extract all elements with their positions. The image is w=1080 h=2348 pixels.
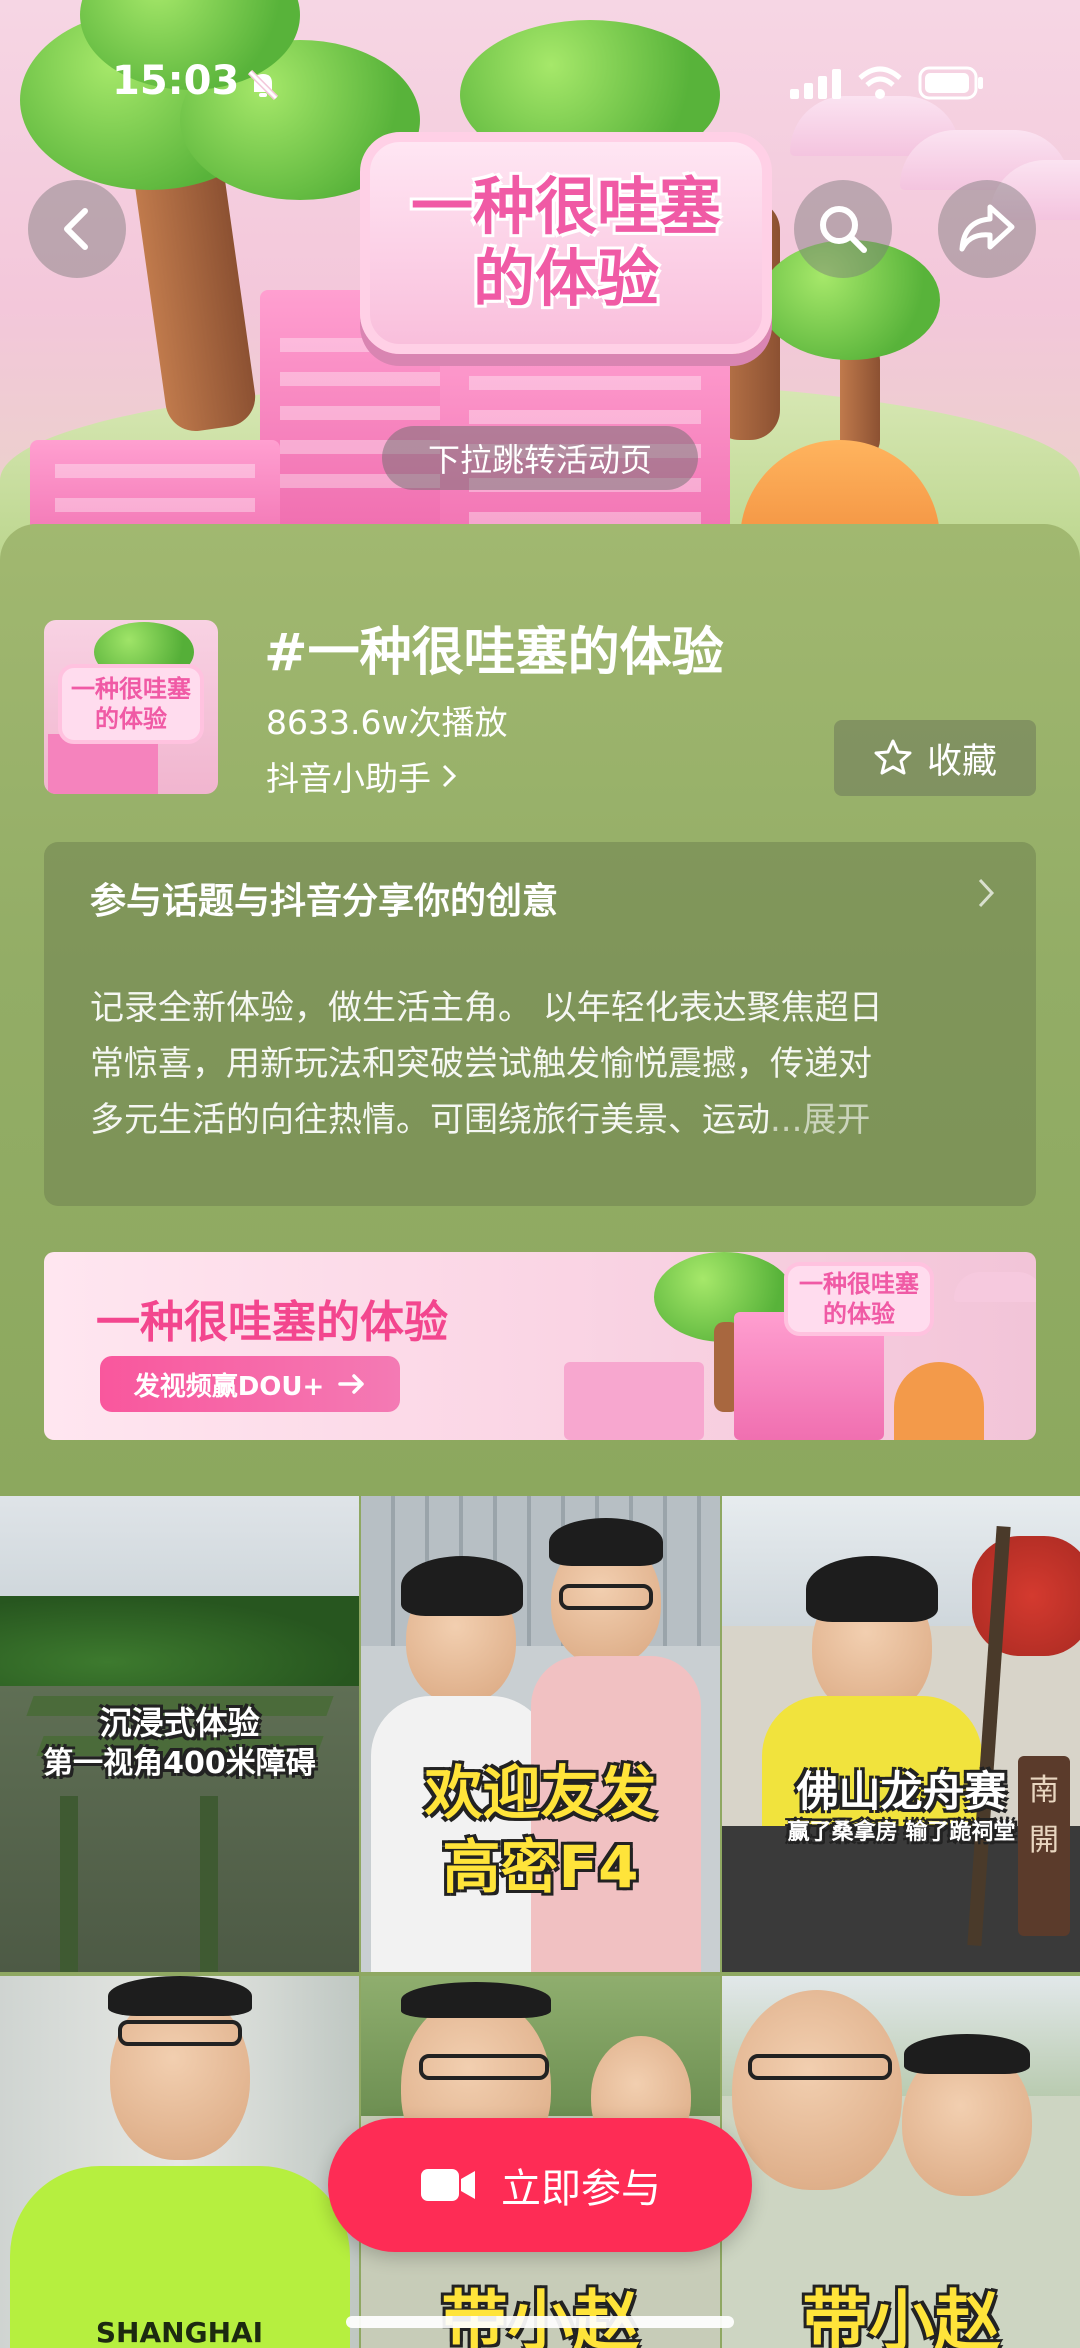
battery-icon — [918, 66, 983, 100]
thumb-sign-line2: 的体验 — [95, 705, 167, 733]
video-caption: 佛山龙舟赛 — [796, 1767, 1007, 1816]
home-indicator[interactable] — [346, 2316, 734, 2328]
share-button[interactable] — [938, 180, 1036, 278]
video-caption: 高密F4 — [442, 1833, 639, 1901]
description-text: 记录全新体验，做生活主角。 以年轻化表达聚焦超日 常惊喜，用新玩法和突破尝试触发… — [90, 980, 990, 1148]
signal-icon — [790, 69, 841, 99]
description-line-text: 多元生活的向往热情。可围绕旅行美景、运动 — [90, 1100, 770, 1140]
person-hair — [904, 2034, 1030, 2074]
promo-art-sign-line1: 一种很哇塞 — [799, 1270, 919, 1298]
post-video-label: 发视频赢DOU+ — [133, 1371, 325, 1402]
description-ellipsis: ... — [770, 1100, 803, 1140]
glasses — [748, 2054, 892, 2080]
glasses — [118, 2020, 242, 2046]
topic-description-card[interactable]: 参与话题与抖音分享你的创意 记录全新体验，做生活主角。 以年轻化表达聚焦超日 常… — [44, 842, 1036, 1206]
topic-info-panel: 一种很哇塞 的体验 #一种很哇塞的体验 8633.6w次播放 抖音小助手 收藏 … — [0, 524, 1080, 1504]
video-caption: 带小赵 — [802, 2283, 1001, 2348]
arrow-right-icon — [338, 1374, 365, 1394]
favorite-label: 收藏 — [926, 741, 997, 782]
person-hair — [401, 1556, 523, 1616]
play-count: 8633.6w次播放 — [266, 703, 508, 742]
video-card[interactable]: 欢迎友发 高密F4 — [361, 1496, 720, 1972]
topic-banner[interactable]: 一种很哇塞 的体验 15:03 下拉跳转活动页 — [0, 0, 1080, 560]
person-hair — [806, 1556, 938, 1622]
thumb-sign-line1: 一种很哇塞 — [71, 675, 191, 703]
search-icon — [820, 206, 867, 253]
video-caption: 欢迎友发 — [424, 1759, 657, 1827]
star-icon — [874, 739, 912, 775]
video-card[interactable]: 带小赵 — [722, 1976, 1080, 2348]
glasses — [419, 2054, 549, 2080]
topic-thumbnail: 一种很哇塞 的体验 — [44, 620, 218, 794]
topic-author-link[interactable]: 抖音小助手 — [266, 752, 457, 800]
description-line: 记录全新体验，做生活主角。 以年轻化表达聚焦超日 — [90, 988, 883, 1028]
promo-title: 一种很哇塞的体验 — [96, 1297, 448, 1348]
shirt-text: SHANGHAI — [95, 2316, 264, 2348]
join-now-label: 立即参与 — [501, 2166, 661, 2212]
video-card[interactable]: 南開 佛山龙舟赛 赢了桑拿房 输了跪祠堂 — [722, 1496, 1080, 1972]
banner-sign-line1: 一种很哇塞 — [410, 170, 721, 243]
banner-sign-line2: 的体验 — [472, 242, 659, 315]
video-caption: 第一视角400米障碍 — [43, 1746, 316, 1781]
banner-sign: 一种很哇塞 的体验 — [360, 132, 772, 354]
back-button[interactable] — [28, 180, 126, 278]
description-line: 多元生活的向往热情。可围绕旅行美景、运动...展开 — [90, 1092, 990, 1148]
promo-banner[interactable]: 一种很哇塞的体验 发视频赢DOU+ 一种很哇塞 的体验 — [44, 1252, 1036, 1440]
video-card[interactable]: SHANGHAI — [0, 1976, 359, 2348]
person-face — [732, 1990, 902, 2190]
video-caption: 带小赵 — [361, 2268, 720, 2348]
promo-illustration: 一种很哇塞 的体验 — [564, 1252, 1036, 1440]
glasses — [559, 1584, 653, 1610]
wifi-icon — [858, 66, 902, 99]
author-name: 抖音小助手 — [266, 759, 431, 798]
chevron-right-icon — [978, 878, 995, 908]
join-now-button[interactable]: 立即参与 — [328, 2118, 752, 2252]
video-camera-icon — [421, 2169, 475, 2201]
video-caption: 赢了桑拿房 输了跪祠堂 — [787, 1820, 1016, 1845]
chevron-left-icon — [64, 208, 88, 250]
person-hair — [401, 1982, 551, 2018]
expand-link[interactable]: 展开 — [802, 1100, 870, 1140]
topic-title: #一种很哇塞的体验 — [264, 623, 724, 683]
description-line: 常惊喜，用新玩法和突破尝试触发愉悦震撼，传递对 — [90, 1044, 872, 1084]
promo-art-sign: 一种很哇塞 的体验 — [784, 1262, 934, 1336]
status-indicators — [790, 66, 984, 100]
share-arrow-icon — [959, 204, 1015, 252]
chevron-right-icon — [442, 764, 457, 788]
person-hair — [108, 1976, 252, 2016]
status-time: 15:03 — [112, 58, 240, 104]
person-hair — [549, 1518, 663, 1566]
bell-off-icon — [247, 69, 279, 101]
video-card[interactable]: 沉浸式体验 第一视角400米障碍 — [0, 1496, 359, 1972]
post-video-button[interactable]: 发视频赢DOU+ — [100, 1356, 400, 1412]
promo-art-sign-line2: 的体验 — [823, 1300, 895, 1328]
thumb-sign: 一种很哇塞 的体验 — [58, 664, 204, 744]
search-button[interactable] — [794, 180, 892, 278]
pull-to-activity-hint: 下拉跳转活动页 — [382, 426, 698, 490]
description-heading: 参与话题与抖音分享你的创意 — [90, 881, 559, 922]
favorite-button[interactable]: 收藏 — [834, 720, 1036, 796]
